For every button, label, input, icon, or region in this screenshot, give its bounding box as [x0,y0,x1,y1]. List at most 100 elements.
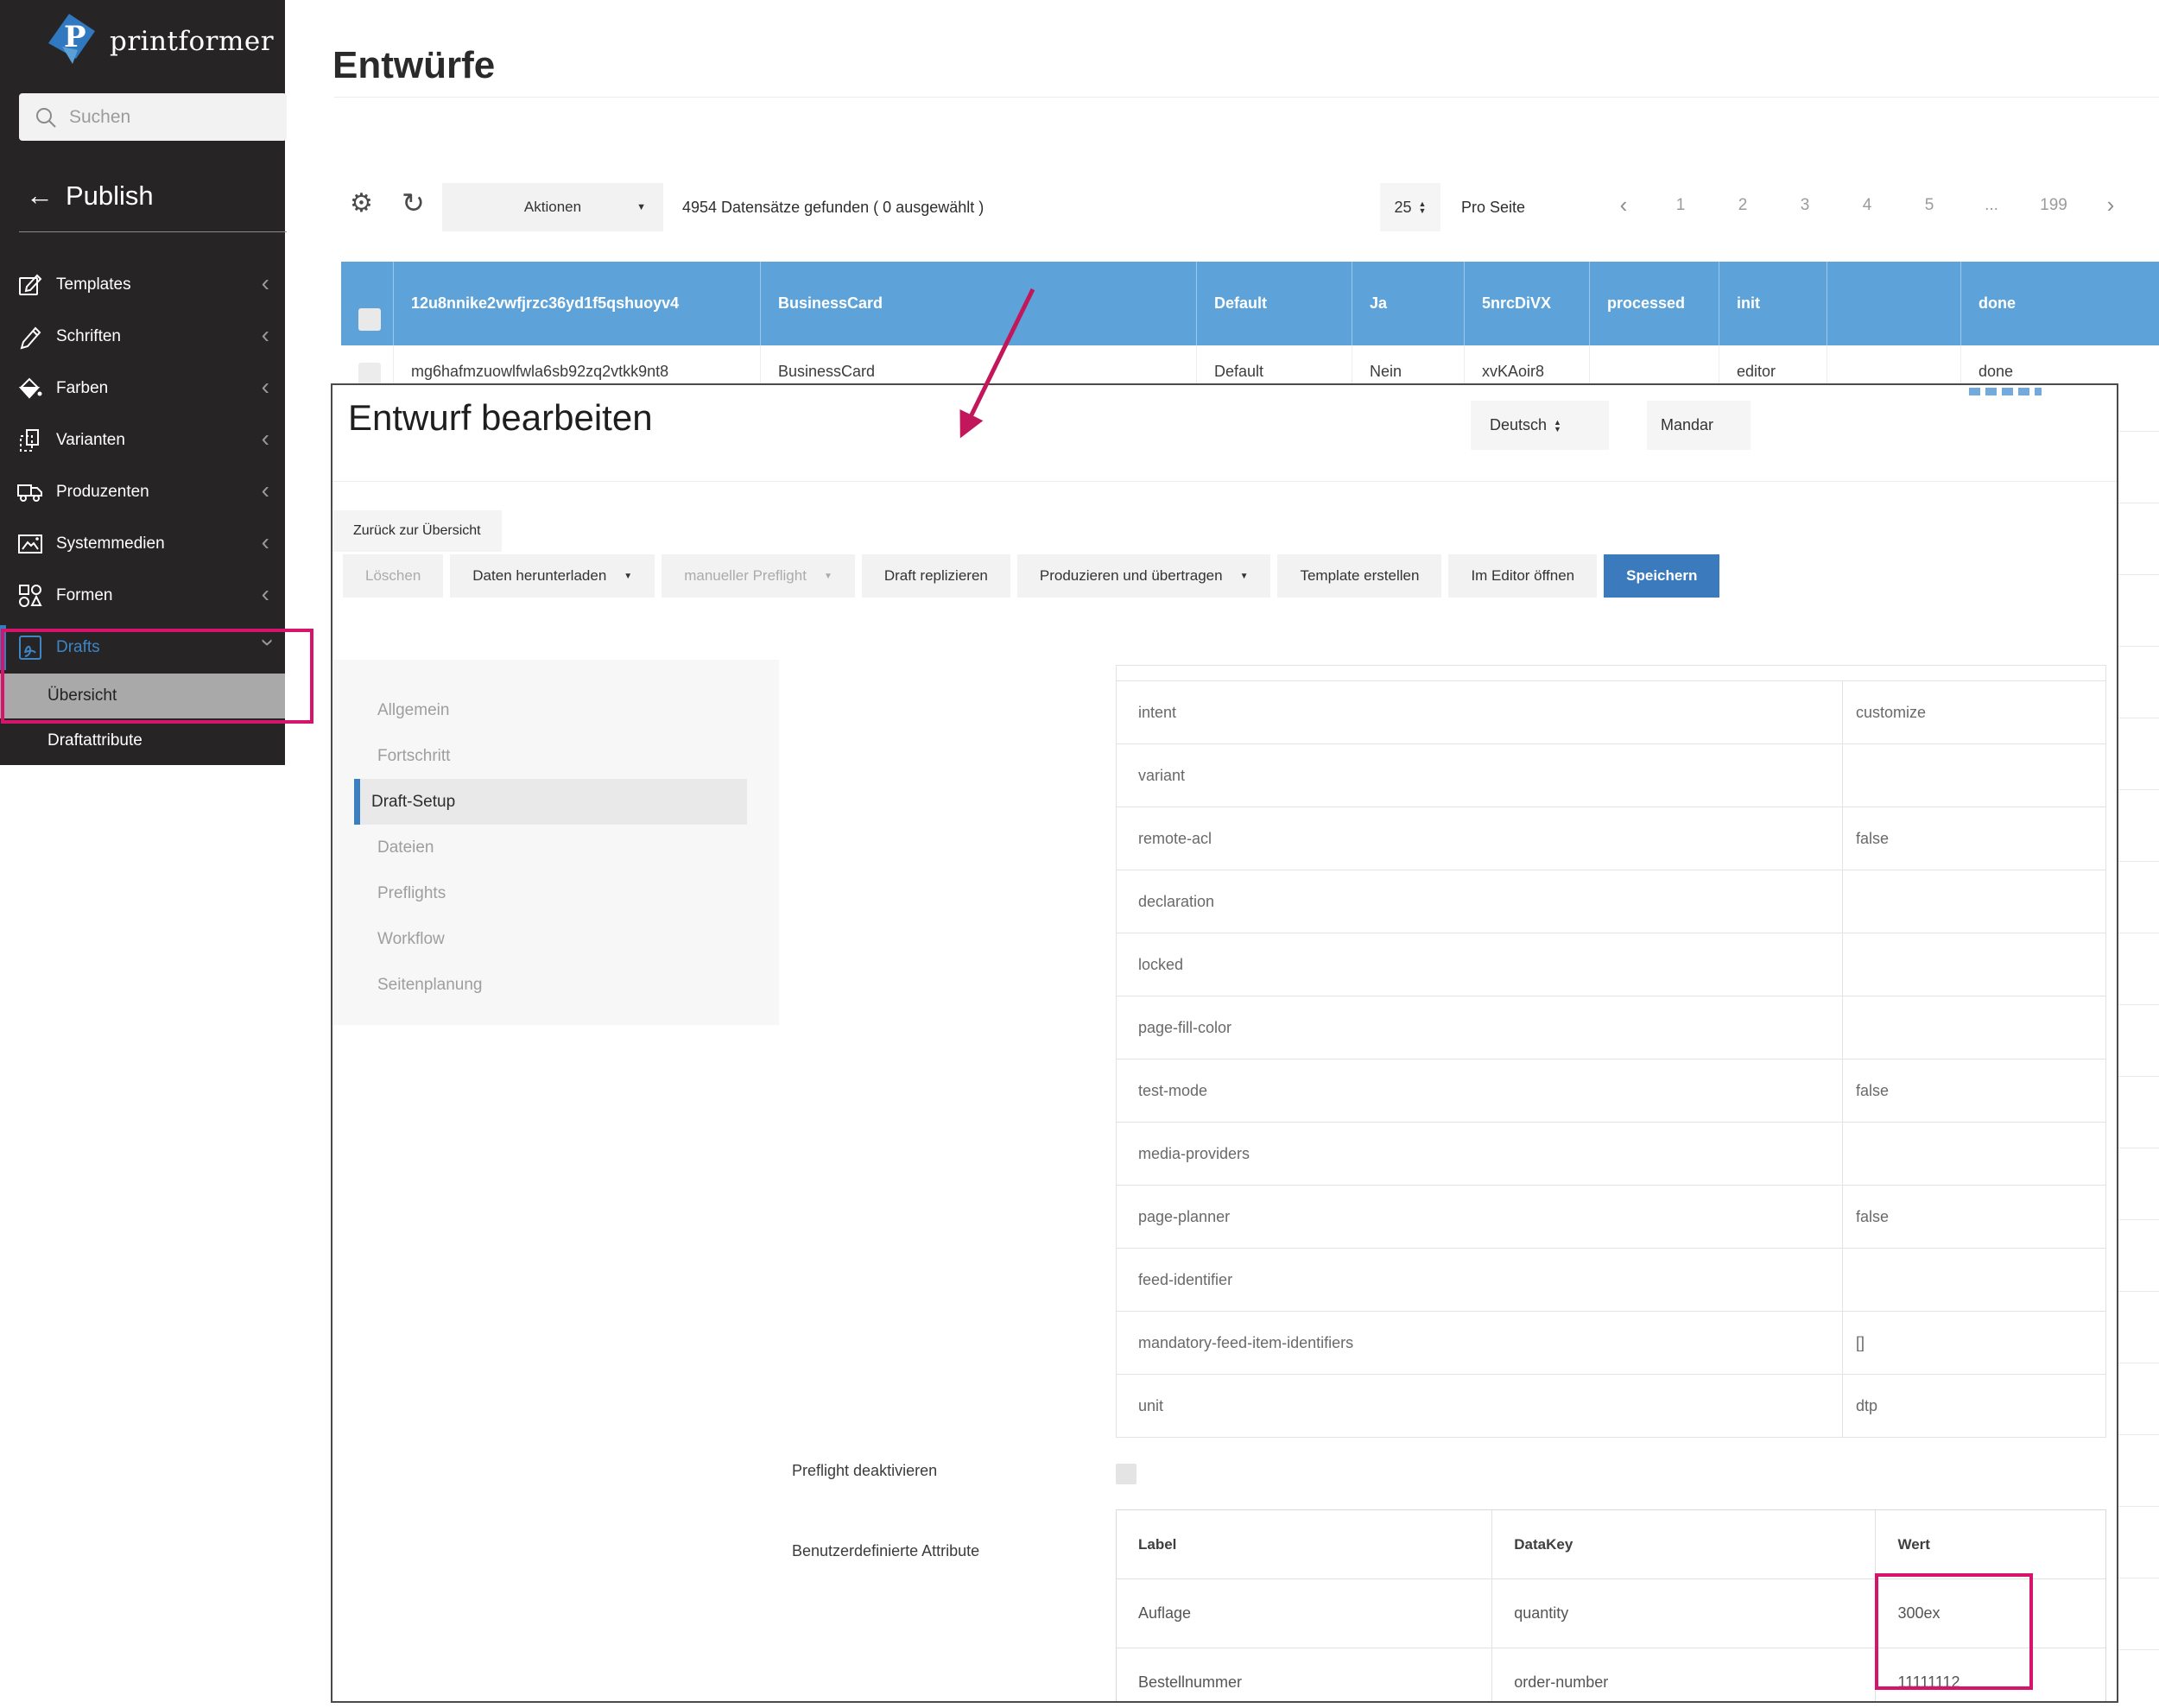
setting-row: test-modefalse [1117,1060,2105,1123]
pdf-icon [16,635,45,661]
per-page-label: Pro Seite [1461,199,1525,217]
tab-preflights[interactable]: Preflights [332,870,779,916]
templates-icon [16,272,45,298]
sidebar-item-label: Systemmedien [56,535,165,554]
replicate-draft-button[interactable]: Draft replizieren [862,554,1010,598]
chevron-left-icon[interactable]: ‹ [262,530,269,554]
refresh-icon[interactable]: ↻ [402,187,425,219]
sidebar-item-farben[interactable]: Farben ‹ [0,363,285,414]
sidebar-item-varianten[interactable]: Varianten ‹ [0,414,285,466]
open-in-editor-button[interactable]: Im Editor öffnen [1448,554,1597,598]
page-number[interactable]: 1 [1649,196,1712,215]
manual-preflight-button[interactable]: manueller Preflight ▼ [662,554,855,598]
search-placeholder: Suchen [69,107,130,128]
draft-setup-table: intentcustomize variant remote-aclfalse … [1116,665,2106,1438]
save-button[interactable]: Speichern [1604,554,1719,598]
sidebar-item-produzenten[interactable]: Produzenten ‹ [0,466,285,518]
tab-seitenplanung[interactable]: Seitenplanung [332,962,779,1008]
chevron-left-icon[interactable]: ‹ [262,427,269,451]
back-to-overview-tab[interactable]: Zurück zur Übersicht [332,510,502,552]
background-table-rows-sliver [2118,360,2159,1708]
chevron-left-icon[interactable]: ‹ [262,271,269,295]
language-select[interactable]: Deutsch ▲▼ [1471,401,1609,450]
sidebar-item-templates[interactable]: Templates ‹ [0,259,285,311]
prev-page-icon[interactable]: ‹ [1598,192,1649,218]
modal-header-divider [332,481,2117,482]
sidebar: P printformer Suchen ← Publish Template [0,0,285,765]
pen-icon [16,324,45,350]
app-root: P printformer Suchen ← Publish Template [0,0,2159,1708]
client-chip[interactable]: Mandar [1647,401,1751,450]
actions-dropdown[interactable]: Aktionen ▼ [442,183,663,231]
row-checkbox[interactable] [358,363,381,385]
search-input[interactable]: Suchen [19,93,287,141]
setting-row: media-providers [1117,1123,2105,1186]
sidebar-item-systemmedien[interactable]: Systemmedien ‹ [0,518,285,570]
chevron-left-icon[interactable]: ‹ [262,582,269,606]
back-to-publish[interactable]: ← Publish [26,180,154,212]
modal-title: Entwurf bearbeiten [348,397,653,439]
page-number[interactable]: 4 [1836,196,1898,215]
cell-variant: Default [1196,262,1352,345]
sidebar-item-drafts[interactable]: Drafts ‹ [0,622,285,674]
image-icon [16,531,45,557]
next-page-icon[interactable]: › [2085,192,2137,218]
sidebar-item-formen[interactable]: Formen ‹ [0,570,285,622]
chevron-left-icon[interactable]: ‹ [262,478,269,503]
attr-value: 11111112 [1875,1648,2105,1703]
truck-icon [16,479,45,505]
setting-row: variant [1117,744,2105,807]
cell-code: 5nrcDiVX [1464,262,1589,345]
sidebar-item-label: Produzenten [56,483,149,502]
setting-row: unitdtp [1117,1375,2105,1437]
select-arrows-icon: ▲▼ [1554,419,1561,433]
page-number[interactable]: 2 [1712,196,1774,215]
download-data-button[interactable]: Daten herunterladen ▼ [450,554,655,598]
preflight-disable-label: Preflight deaktivieren [792,1462,937,1480]
modal-nav: Allgemein Fortschritt Draft-Setup Dateie… [332,660,779,1025]
cell-template-name: BusinessCard [760,262,1196,345]
page-number[interactable]: 5 [1898,196,1960,215]
row-checkbox[interactable] [358,308,381,331]
sidebar-item-schriften[interactable]: Schriften ‹ [0,311,285,363]
cell-empty [2068,262,2159,345]
preflight-disable-checkbox[interactable] [1116,1464,1136,1484]
gear-icon[interactable]: ⚙ [350,188,373,218]
setting-row: feed-identifier [1117,1249,2105,1312]
chevron-left-icon[interactable]: ‹ [262,375,269,399]
caret-down-icon: ▼ [1240,572,1249,581]
attr-value: 300ex [1875,1578,2105,1648]
setting-row: remote-aclfalse [1117,807,2105,870]
tab-dateien[interactable]: Dateien [332,825,779,870]
table-row-selected[interactable]: 12u8nnike2vwfjrzc36yd1f5qshuoyv4 Busines… [341,262,2159,345]
search-icon [35,106,57,129]
printformer-logo-icon: P [43,12,98,71]
tab-fortschritt[interactable]: Fortschritt [332,733,779,779]
delete-button[interactable]: Löschen [343,554,443,598]
tab-workflow[interactable]: Workflow [332,916,779,962]
tab-draft-setup[interactable]: Draft-Setup [354,779,747,825]
tab-allgemein[interactable]: Allgemein [332,687,779,733]
sidebar-subitem-uebersicht[interactable]: Übersicht [0,674,285,718]
cell-state: init [1719,262,1827,345]
logo[interactable]: P printformer [43,12,274,71]
chevron-down-icon[interactable]: ‹ [253,638,277,646]
setting-row: mandatory-feed-item-identifiers[] [1117,1312,2105,1375]
language-value: Deutsch [1490,416,1547,434]
logo-text: printformer [110,26,274,57]
page-number[interactable]: 3 [1774,196,1836,215]
sidebar-item-label: Drafts [56,638,100,657]
sidebar-subitem-draftattribute[interactable]: Draftattribute [0,718,285,763]
create-template-button[interactable]: Template erstellen [1277,554,1441,598]
produce-transfer-button[interactable]: Produzieren und übertragen ▼ [1017,554,1271,598]
per-page-select[interactable]: 25 ▲▼ [1380,183,1440,231]
page-number[interactable]: 199 [2023,196,2085,215]
caret-down-icon: ▼ [824,572,833,581]
caret-down-icon: ▼ [636,202,646,212]
back-arrow-icon: ← [26,180,54,212]
chevron-left-icon[interactable]: ‹ [262,323,269,347]
page-title: Entwürfe [332,44,495,87]
sidebar-divider [19,231,287,232]
cell-done: done [1960,262,2068,345]
page-ellipsis: ... [1960,196,2023,215]
